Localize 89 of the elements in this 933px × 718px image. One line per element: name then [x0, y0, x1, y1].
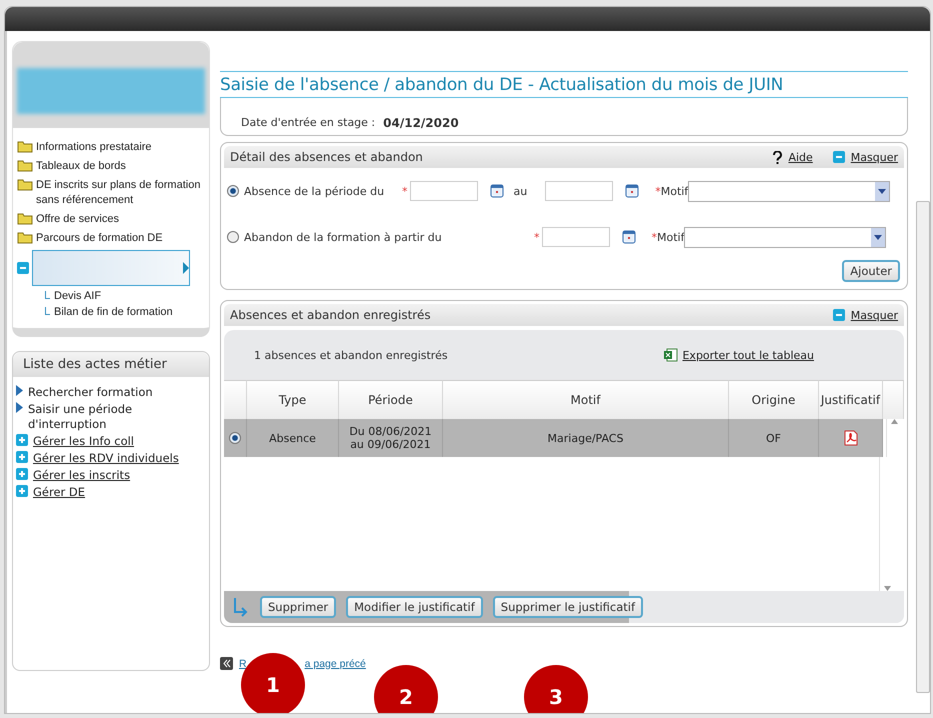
annotation-marker: 2 [374, 665, 438, 713]
arrow-icon [183, 262, 189, 274]
folder-icon [17, 140, 33, 153]
scrollbar[interactable] [879, 457, 894, 591]
option-label: Absence de la période du [244, 184, 386, 198]
help-link[interactable]: Aide [788, 150, 813, 164]
blurred-tree-item[interactable] [32, 250, 190, 286]
scrollbar[interactable] [886, 419, 901, 457]
table-cell: Mariage/PACS [443, 419, 729, 457]
table-cell: Absence [247, 419, 339, 457]
radio-button[interactable] [227, 231, 239, 243]
required-mark: * [534, 230, 540, 244]
collapse-icon[interactable] [17, 262, 29, 274]
motif-select[interactable] [684, 226, 886, 248]
action-link[interactable]: Gérer les RDV individuels [33, 451, 179, 466]
collapse-icon[interactable] [832, 309, 845, 321]
plus-icon[interactable] [16, 434, 28, 446]
folder-icon [17, 231, 33, 244]
panel-title: Détail des absences et abandon [230, 150, 424, 164]
back-link[interactable]: R a page précé [239, 658, 366, 670]
table-cell: Du 08/06/2021 au 09/06/2021 [339, 419, 443, 457]
action-link[interactable]: Gérer DE [33, 485, 86, 500]
record-count: 1 absences et abandon enregistrés [254, 348, 448, 362]
radio-button[interactable] [227, 185, 239, 197]
column-header: Motif [443, 380, 729, 419]
field-label: au [514, 184, 528, 198]
field-label: Motif [657, 230, 684, 244]
column-header: Période [339, 380, 443, 419]
plus-icon[interactable] [16, 468, 28, 480]
action-link[interactable]: Gérer les Info coll [33, 434, 134, 449]
calendar-icon[interactable] [490, 184, 504, 198]
back-icon [220, 657, 233, 670]
spreadsheet-icon [664, 348, 678, 362]
arrow-icon [16, 402, 23, 413]
required-mark: * [652, 230, 657, 244]
tree-item[interactable]: DE inscrits sur plans de formation sans référencement [36, 178, 205, 208]
tree-item[interactable]: Bilan de fin de formation [54, 306, 173, 318]
action-link[interactable]: Gérer les inscrits [33, 468, 130, 483]
field-value: 04/12/2020 [383, 116, 459, 130]
motif-select[interactable] [688, 180, 890, 202]
required-mark: * [655, 184, 661, 198]
folder-icon [17, 178, 33, 191]
caret-icon [874, 234, 882, 240]
action-button[interactable]: Supprimer [260, 596, 336, 618]
date-input[interactable] [545, 181, 614, 201]
action-link[interactable]: Saisir une période d'interruption [28, 402, 158, 432]
pdf-icon[interactable] [844, 430, 858, 446]
scrollbar-thumb[interactable] [916, 201, 930, 693]
action-button[interactable]: Supprimer le justificatif [492, 596, 644, 618]
add-button[interactable]: Ajouter [842, 260, 900, 282]
table-row[interactable]: Absence Du 08/06/2021 au 09/06/2021 Mariage/PACS OF [224, 419, 904, 457]
tree-item[interactable]: Devis AIF [54, 290, 102, 302]
annotation-marker: 3 [524, 665, 588, 713]
collapse-icon[interactable] [832, 151, 845, 163]
hide-link[interactable]: Masquer [850, 308, 898, 322]
caret-icon [878, 188, 886, 194]
radio-button[interactable] [229, 432, 241, 444]
column-header: Justificatif [819, 380, 883, 419]
folder-icon [17, 212, 33, 225]
tree-item[interactable]: Parcours de formation DE [36, 231, 205, 246]
column-header [224, 380, 247, 419]
folder-icon [17, 159, 33, 172]
tree-item[interactable]: Informations prestataire [36, 140, 205, 155]
field-label: Motif [660, 184, 688, 198]
column-header [883, 380, 904, 419]
tree-item[interactable]: Offre de services [36, 212, 205, 227]
arrow-icon [16, 385, 23, 396]
tree-item[interactable]: Tableaux de bords [36, 159, 205, 174]
help-icon [773, 150, 782, 164]
action-button[interactable]: Modifier le justificatif [346, 596, 483, 618]
date-input[interactable] [542, 227, 610, 247]
panel-title: Liste des actes métier [23, 357, 167, 372]
hide-link[interactable]: Masquer [850, 150, 898, 164]
date-input[interactable] [410, 181, 478, 201]
table-cell: OF [729, 419, 819, 457]
option-label: Abandon de la formation à partir du [244, 230, 443, 244]
column-header: Origine [729, 380, 819, 419]
plus-icon[interactable] [16, 451, 28, 463]
corner-arrow-icon [232, 597, 250, 617]
export-link[interactable]: Exporter tout le tableau [682, 348, 814, 362]
calendar-icon[interactable] [622, 230, 636, 244]
calendar-icon[interactable] [625, 184, 640, 198]
required-mark: * [402, 184, 408, 198]
plus-icon[interactable] [16, 485, 28, 497]
panel-title: Absences et abandon enregistrés [230, 308, 432, 322]
field-label: Date d'entrée en stage : [241, 116, 376, 130]
column-header: Type [247, 380, 339, 419]
action-link[interactable]: Rechercher formation [28, 385, 158, 400]
page-title: Saisie de l'absence / abandon du DE - Actualisation du mois de JUIN [220, 71, 908, 98]
